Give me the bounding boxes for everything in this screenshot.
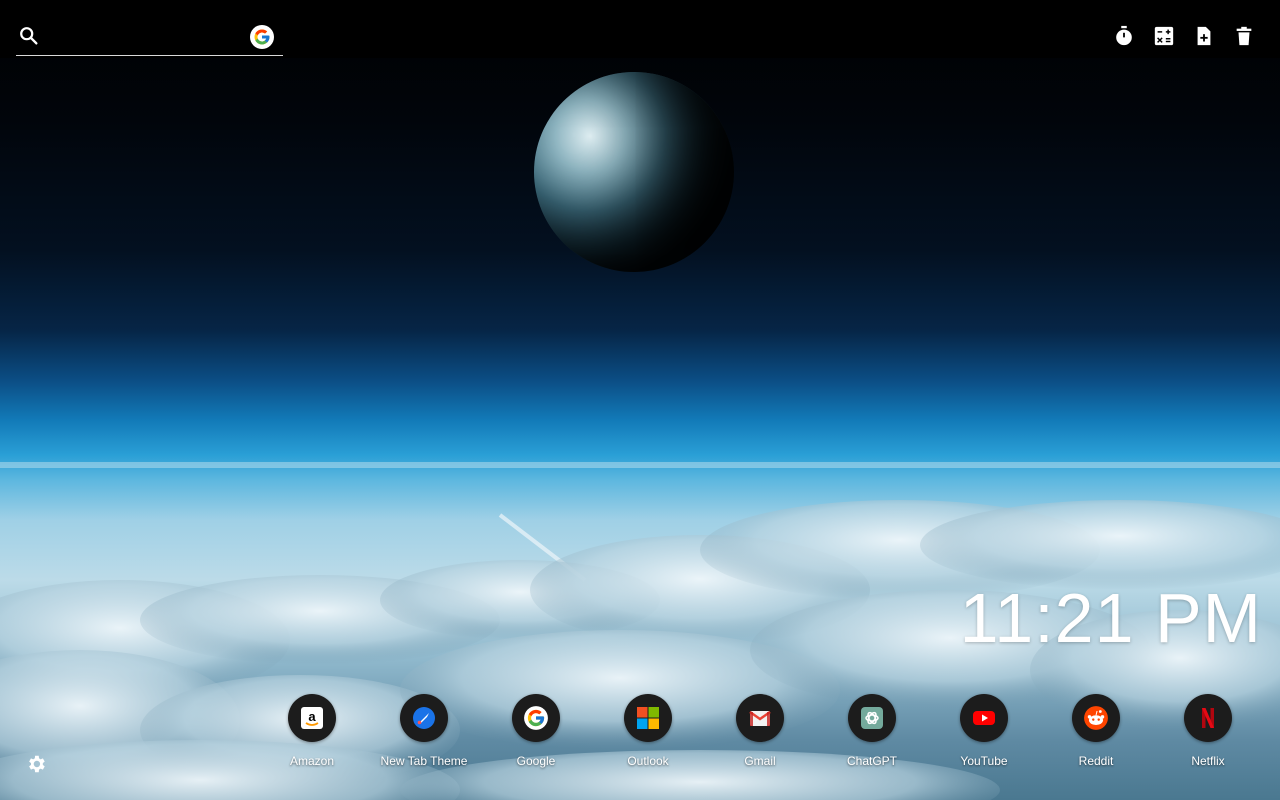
clock-time: 11:21 PM <box>959 579 1262 657</box>
stopwatch-icon[interactable] <box>1112 24 1136 48</box>
shortcut-label: Outlook <box>627 754 669 768</box>
gear-icon[interactable] <box>25 753 47 775</box>
clouds-layer <box>0 462 1280 800</box>
search-icon[interactable] <box>18 25 40 47</box>
shortcut-label: Gmail <box>744 754 776 768</box>
netflix-icon <box>1184 694 1232 742</box>
shortcut-label: Amazon <box>289 754 335 768</box>
shortcut-label: ChatGPT <box>846 754 897 768</box>
svg-text:a: a <box>308 709 316 724</box>
new-tab-theme-icon <box>400 694 448 742</box>
calculator-icon[interactable] <box>1152 24 1176 48</box>
youtube-icon <box>960 694 1008 742</box>
search-input[interactable] <box>48 22 248 52</box>
microsoft-icon <box>624 694 672 742</box>
shortcut-youtube[interactable]: YouTube <box>932 694 1036 774</box>
shortcut-google[interactable]: Google <box>484 694 588 774</box>
shortcut-label: YouTube <box>960 754 1008 768</box>
shortcut-outlook[interactable]: Outlook <box>596 694 700 774</box>
shortcut-new-tab-theme[interactable]: New Tab Theme <box>372 694 476 774</box>
google-icon[interactable] <box>250 25 274 49</box>
amazon-icon: a <box>288 694 336 742</box>
shortcut-amazon[interactable]: a Amazon <box>260 694 364 774</box>
chatgpt-icon <box>848 694 896 742</box>
gmail-icon <box>736 694 784 742</box>
reddit-icon <box>1072 694 1120 742</box>
shortcut-gmail[interactable]: Gmail <box>708 694 812 774</box>
top-bar <box>0 0 1280 58</box>
shortcut-reddit[interactable]: Reddit <box>1044 694 1148 774</box>
note-add-icon[interactable] <box>1192 24 1216 48</box>
shortcut-chatgpt[interactable]: ChatGPT <box>820 694 924 774</box>
trash-icon[interactable] <box>1232 24 1256 48</box>
shortcut-label: New Tab Theme <box>380 754 468 768</box>
shortcut-label: Netflix <box>1191 754 1225 768</box>
google-icon <box>512 694 560 742</box>
shortcut-netflix[interactable]: Netflix <box>1156 694 1260 774</box>
shortcut-label: Reddit <box>1078 754 1114 768</box>
shortcut-label: Google <box>516 754 556 768</box>
wallpaper-background <box>0 0 1280 800</box>
search-bar <box>16 18 283 56</box>
